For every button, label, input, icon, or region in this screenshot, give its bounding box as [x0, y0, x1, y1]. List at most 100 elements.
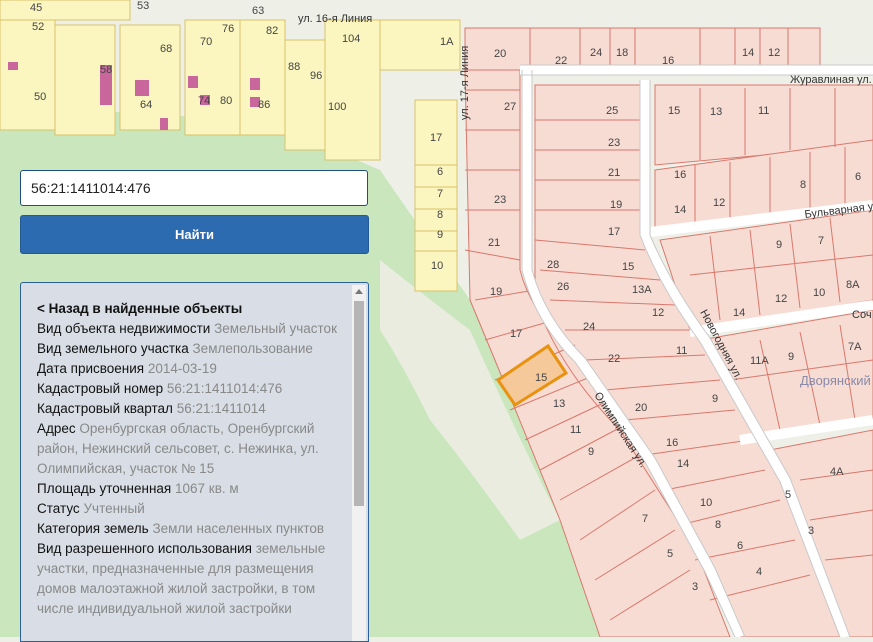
object-info-panel: < Назад в найденные объекты Вид объекта …: [20, 282, 369, 642]
plot-number: 20: [494, 48, 506, 60]
plot-number: 7: [437, 188, 443, 200]
plot-number: 11: [570, 424, 581, 436]
plot-number: 64: [140, 99, 152, 111]
plot-number: 1А: [440, 36, 454, 48]
cadastral-number-search-input[interactable]: [20, 170, 368, 206]
plot-number: 8А: [846, 279, 860, 291]
find-button[interactable]: Найти: [20, 215, 369, 254]
plot-number: 10: [431, 260, 443, 272]
info-row: Вид объекта недвижимости Земельный участ…: [37, 319, 347, 339]
plot-number: 50: [34, 91, 46, 103]
plot-number: 15: [668, 105, 680, 117]
plot-number: 45: [30, 2, 42, 14]
plot-number: 58: [100, 64, 112, 76]
plot-number: 14: [742, 47, 754, 59]
plot-number: 4А: [830, 466, 844, 478]
info-row: Вид разрешенного использования земельные…: [37, 539, 347, 619]
plot-number: 82: [266, 25, 278, 37]
plot-number: 6: [737, 540, 743, 552]
plot-number: 19: [610, 199, 622, 211]
plot-number: 52: [32, 21, 44, 33]
plot-number: 7: [642, 513, 648, 525]
plot-number: 11А: [750, 355, 769, 367]
selected-plot-label: 15: [535, 372, 547, 384]
info-value: 56:21:1411014: [176, 401, 266, 416]
plot-number: 14: [733, 307, 745, 319]
plot-number: 74: [198, 95, 210, 107]
info-value: 2014-03-19: [147, 361, 217, 376]
plot-number: 96: [310, 70, 322, 82]
plot-number: 22: [555, 55, 567, 67]
info-panel-scrollbar[interactable]: [352, 285, 366, 641]
plot-number: 15: [622, 261, 634, 273]
plot-number: 14: [677, 458, 689, 470]
info-label: Вид земельного участка: [37, 341, 189, 356]
info-row: Вид земельного участка Землепользование: [37, 339, 347, 359]
plot-number: 13: [553, 398, 565, 410]
info-value: 1067 кв. м: [175, 481, 239, 496]
plot-number: 11: [676, 345, 687, 357]
plot-number: 14: [674, 204, 686, 216]
info-label: Адрес: [37, 421, 76, 436]
info-label: Площадь уточненная: [37, 481, 172, 496]
plot-number: 4: [756, 566, 762, 578]
back-to-results-link[interactable]: < Назад в найденные объекты: [37, 299, 347, 319]
street-17-liniya: ул. 17-я Линия: [459, 46, 471, 120]
plot-number: 20: [635, 402, 647, 414]
info-value: Земельный участок: [214, 321, 337, 336]
info-label: Вид разрешенного использования: [37, 541, 252, 556]
plot-number: 28: [547, 259, 559, 271]
plot-number: 13А: [632, 284, 652, 296]
plot-number: 18: [616, 47, 628, 59]
plot-number: 21: [488, 237, 500, 249]
plot-number: 12: [768, 47, 780, 59]
info-label: Дата присвоения: [37, 361, 145, 376]
plot-number: 9: [776, 239, 782, 251]
info-value: Землепользование: [192, 341, 313, 356]
plot-number: 6: [437, 166, 443, 178]
plot-number: 8: [800, 179, 806, 191]
street-sochi: Соч: [852, 309, 872, 321]
plot-number: 19: [490, 286, 502, 298]
info-row: Кадастровый квартал 56:21:1411014: [37, 399, 347, 419]
info-row: Площадь уточненная 1067 кв. м: [37, 479, 347, 499]
street-16-liniya: ул. 16-я Линия: [298, 13, 372, 25]
plot-number: 9: [788, 351, 794, 363]
plot-number: 9: [437, 229, 443, 241]
plot-number: 3: [808, 525, 814, 537]
info-label: Кадастровый номер: [37, 381, 164, 396]
info-value: Оренбургская область, Оренбургский район…: [37, 421, 319, 476]
info-row: Адрес Оренбургская область, Оренбургский…: [37, 419, 347, 479]
plot-number: 70: [200, 36, 212, 48]
plot-number: 5: [785, 489, 791, 501]
area-dvoryanskiy: Дворянский: [800, 373, 871, 388]
plot-number: 26: [557, 281, 569, 293]
plot-number: 16: [662, 55, 674, 67]
plot-number: 88: [288, 61, 300, 73]
plot-number: 80: [220, 95, 232, 107]
plot-number: 63: [252, 5, 264, 17]
plot-number: 17: [510, 328, 522, 340]
plot-number: 25: [606, 105, 618, 117]
scrollbar-thumb[interactable]: [354, 301, 364, 506]
plot-number: 16: [674, 169, 686, 181]
info-row: Статус Учтенный: [37, 499, 347, 519]
info-value: 56:21:1411014:476: [166, 381, 283, 396]
scroll-up-arrow-icon[interactable]: [355, 289, 363, 294]
plot-number: 7: [818, 235, 824, 247]
plot-number: 17: [430, 132, 442, 144]
info-row: Категория земель Земли населенных пункто…: [37, 519, 347, 539]
plot-number: 24: [590, 47, 602, 59]
info-label: Статус: [37, 501, 80, 516]
plot-number: 12: [652, 307, 664, 319]
plot-number: 68: [160, 43, 172, 55]
plot-number: 13: [710, 106, 722, 118]
plot-number: 12: [713, 197, 725, 209]
info-row: Кадастровый номер 56:21:1411014:476: [37, 379, 347, 399]
info-label: Вид объекта недвижимости: [37, 321, 211, 336]
info-row: Дата присвоения 2014-03-19: [37, 359, 347, 379]
plot-number: 86: [258, 99, 270, 111]
info-label: Категория земель: [37, 521, 149, 536]
plot-number: 17: [608, 226, 620, 238]
plot-number: 100: [328, 101, 346, 113]
